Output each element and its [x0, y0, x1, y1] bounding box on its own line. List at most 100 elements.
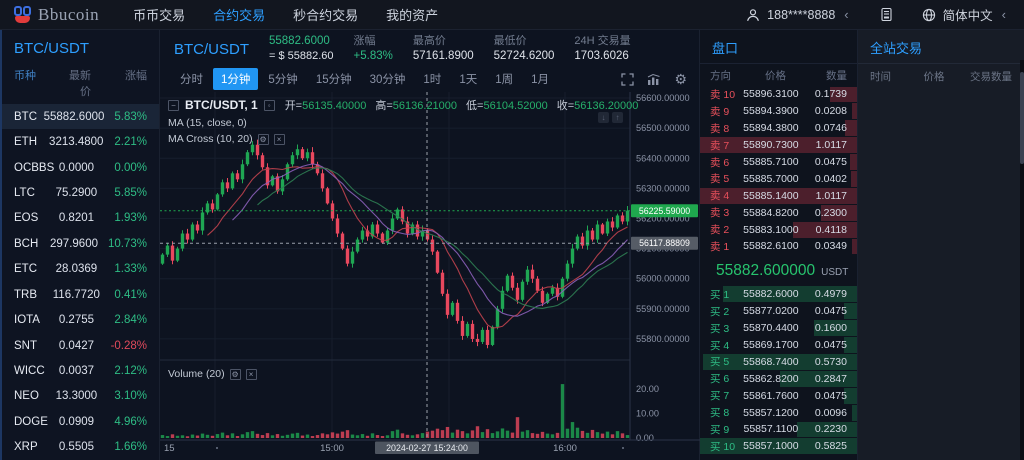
ask-row[interactable]: 卖 1055896.31000.1739: [700, 86, 857, 103]
nav-menu-item[interactable]: 我的资产: [386, 5, 438, 24]
bid-row[interactable]: 买 1055857.10000.5825: [700, 438, 857, 455]
navbar: Bbucoin 币币交易合约交易秒合约交易我的资产 188****8888 ‹ …: [0, 0, 1024, 30]
ask-row[interactable]: 卖 955894.39000.0208: [700, 103, 857, 120]
ma-indicator-label: MA (15, close, 0): [168, 117, 638, 129]
candlestick-chart[interactable]: 56600.0000056500.0000056400.0000056300.0…: [160, 92, 699, 460]
current-price: 55882.600000: [716, 262, 815, 280]
order-direction: 买 9: [710, 422, 744, 437]
nav-menu-item[interactable]: 合约交易: [213, 5, 265, 24]
coin-price: 0.0909: [59, 416, 104, 428]
fullscreen-icon[interactable]: [621, 73, 634, 86]
coin-row[interactable]: BTC55882.60005.83%: [2, 104, 159, 129]
trades-panel: 全站交易 时间 价格 交易数量: [858, 30, 1024, 460]
order-amount: 0.4118: [809, 224, 847, 236]
ask-row[interactable]: 卖 555885.70000.0402: [700, 170, 857, 187]
coin-row[interactable]: DOGE0.09094.96%: [2, 409, 159, 434]
timeframe-tab[interactable]: 1月: [523, 68, 557, 90]
logo[interactable]: Bbucoin: [14, 5, 99, 25]
order-direction: 卖 10: [710, 87, 743, 102]
gear-icon[interactable]: ⚙: [674, 72, 687, 86]
bid-row[interactable]: 买 255877.02000.0475: [700, 303, 857, 320]
main-menu: 币币交易 合约交易 秒合约交易 我的资产: [133, 5, 438, 24]
chart-svg[interactable]: 56600.0000056500.0000056400.0000056300.0…: [160, 92, 700, 460]
timeframe-tab[interactable]: 分时: [172, 68, 211, 90]
coin-row[interactable]: IOTA0.27552.84%: [2, 307, 159, 332]
coin-symbol: ETH: [14, 136, 49, 148]
volume-settings-icon[interactable]: ⚙: [230, 369, 241, 380]
coin-symbol: OCBBS: [14, 162, 59, 174]
coin-list: BTC55882.60005.83%ETH3213.48002.21%OCBBS…: [2, 104, 159, 460]
col-symbol[interactable]: 币种: [14, 67, 62, 99]
chart-stats: BTC/USDT 55882.6000 = $ 55882.60 涨幅 +5.8…: [160, 30, 699, 66]
order-amount: 0.2230: [808, 423, 847, 435]
coin-row[interactable]: TRB116.77200.41%: [2, 282, 159, 307]
coin-row[interactable]: NEO13.30003.10%: [2, 384, 159, 409]
coin-row[interactable]: WICC0.00372.12%: [2, 358, 159, 383]
language-selector[interactable]: 简体中文: [943, 5, 993, 24]
collapse-legend-icon[interactable]: −: [168, 100, 179, 111]
depth-bar: [850, 154, 857, 170]
ask-row[interactable]: 卖 855894.38000.0746: [700, 120, 857, 137]
order-direction: 卖 7: [710, 138, 743, 153]
bid-row[interactable]: 买 655862.82000.2847: [700, 370, 857, 387]
col-change[interactable]: 涨幅: [101, 67, 147, 99]
coin-row[interactable]: EOS0.82011.93%: [2, 206, 159, 231]
coin-row[interactable]: BCH297.960010.73%: [2, 231, 159, 256]
indicator-icon[interactable]: [647, 73, 661, 86]
svg-text:56400.00000: 56400.00000: [636, 153, 690, 163]
scrollbar-thumb[interactable]: [1020, 72, 1024, 164]
bid-row[interactable]: 买 355870.44000.1600: [700, 320, 857, 337]
timeframe-tab[interactable]: 1周: [487, 68, 521, 90]
ask-row[interactable]: 卖 255883.10000.4118: [700, 221, 857, 238]
scale-down-icon[interactable]: ↓: [598, 112, 609, 123]
legend-settings-icon[interactable]: ◦: [264, 100, 275, 111]
volume-close-icon[interactable]: ×: [246, 369, 257, 380]
order-amount: 0.0208: [809, 105, 847, 117]
order-price: 55868.7400: [743, 356, 808, 368]
bid-row[interactable]: 买 455869.17000.0475: [700, 337, 857, 354]
scale-up-icon[interactable]: ↑: [612, 112, 623, 123]
timeframe-tab[interactable]: 15分钟: [308, 68, 360, 90]
coin-row[interactable]: OCBBS0.00000.00%: [2, 155, 159, 180]
stat-volume: 24H 交易量 1703.6026: [574, 34, 630, 63]
timeframe-tab[interactable]: 1天: [451, 68, 485, 90]
coin-row[interactable]: LTC75.29005.85%: [2, 180, 159, 205]
wallet-icon[interactable]: [879, 7, 894, 22]
col-price[interactable]: 最新价: [62, 67, 101, 99]
bid-row[interactable]: 买 555868.74000.5730: [700, 353, 857, 370]
coin-row[interactable]: ETC28.03691.33%: [2, 257, 159, 282]
order-price: 55861.7600: [743, 390, 808, 402]
order-direction: 买 8: [710, 405, 743, 420]
indicator-close-icon[interactable]: ×: [274, 134, 285, 145]
user-phone[interactable]: 188****8888: [767, 8, 835, 22]
coin-price: 28.0369: [56, 263, 108, 275]
bid-row[interactable]: 买 755861.76000.0475: [700, 387, 857, 404]
coin-price: 0.8201: [59, 212, 104, 224]
col-time: 时间: [870, 69, 914, 84]
bid-row[interactable]: 买 955857.11000.2230: [700, 421, 857, 438]
coin-price: 0.0427: [59, 340, 104, 352]
ask-row[interactable]: 卖 155882.61000.0349: [700, 238, 857, 255]
coin-row[interactable]: XRP0.55051.66%: [2, 434, 159, 459]
order-price: 55882.6100: [743, 240, 808, 252]
timeframe-tab[interactable]: 30分钟: [362, 68, 414, 90]
nav-menu-item[interactable]: 币币交易: [133, 5, 185, 24]
bid-row[interactable]: 买 155882.60000.4979: [700, 286, 857, 303]
bid-row[interactable]: 买 855857.12000.0096: [700, 404, 857, 421]
coin-row[interactable]: SNT0.0427-0.28%: [2, 333, 159, 358]
chart-symbol: BTC/USDT: [174, 41, 249, 58]
nav-menu-item[interactable]: 秒合约交易: [293, 5, 358, 24]
order-amount: 0.2847: [809, 373, 847, 385]
timeframe-tab[interactable]: 5分钟: [260, 68, 305, 90]
coin-row[interactable]: ETH3213.48002.21%: [2, 129, 159, 154]
ask-row[interactable]: 卖 755890.73001.0117: [700, 137, 857, 154]
ask-row[interactable]: 卖 355884.82000.2300: [700, 204, 857, 221]
timeframe-tab[interactable]: 1分钟: [213, 68, 258, 90]
order-price: 55857.1200: [743, 407, 808, 419]
current-price-unit: USDT: [821, 267, 848, 278]
timeframe-tab[interactable]: 1时: [415, 68, 449, 90]
ask-row[interactable]: 卖 655885.71000.0475: [700, 154, 857, 171]
ask-row[interactable]: 卖 455885.14001.0117: [700, 187, 857, 204]
indicator-settings-icon[interactable]: ⚙: [258, 134, 269, 145]
coin-change: 10.73%: [108, 238, 147, 250]
